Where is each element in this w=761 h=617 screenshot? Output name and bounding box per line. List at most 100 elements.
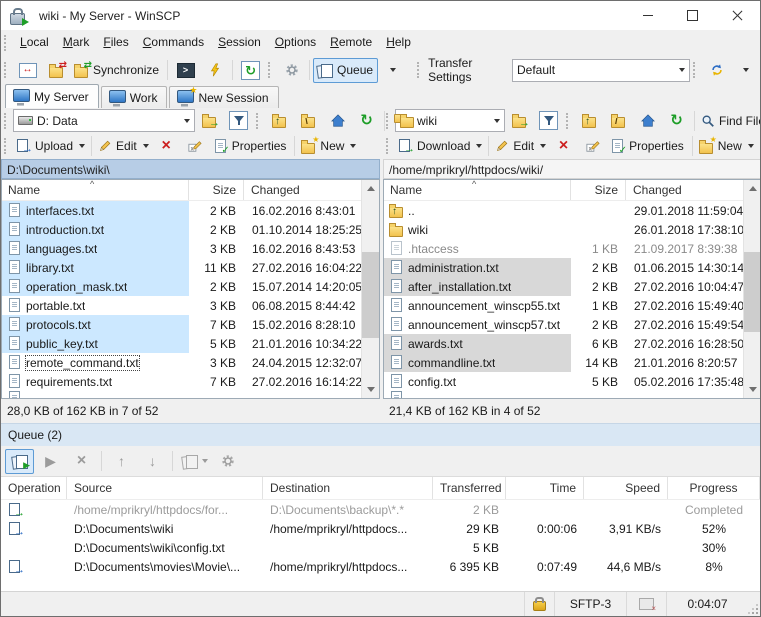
- rename-button[interactable]: x: [181, 134, 210, 159]
- column-header-changed[interactable]: Changed: [626, 180, 761, 200]
- queue-show-button[interactable]: ▶: [5, 449, 34, 474]
- file-row[interactable]: languages.txt3 KB16.02.2016 8:43:53: [2, 239, 379, 258]
- new-button[interactable]: ★ New: [298, 134, 359, 159]
- queue-resume-button[interactable]: ▶: [36, 449, 65, 474]
- menu-item-session[interactable]: Session: [211, 30, 268, 55]
- session-tab-work[interactable]: Work: [101, 86, 168, 108]
- menu-item-mark[interactable]: Mark: [56, 30, 97, 55]
- file-row[interactable]: operation_mask.txt2 KB15.07.2014 14:20:0…: [2, 277, 379, 296]
- root-directory-button[interactable]: /: [604, 108, 633, 133]
- statusbar-protocol-cell[interactable]: SFTP-3: [554, 592, 626, 616]
- scrollbar-thumb[interactable]: [744, 252, 761, 332]
- parent-directory-button[interactable]: ↑: [575, 108, 604, 133]
- maximize-button[interactable]: [670, 1, 715, 30]
- file-row[interactable]: commandline.txt14 KB21.01.2016 8:20:57: [384, 353, 761, 372]
- file-row[interactable]: remote_command.txt3 KB24.04.2015 12:32:0…: [2, 353, 379, 372]
- remote-path-header[interactable]: /home/mprikryl/httpdocs/wiki/: [383, 159, 761, 179]
- navbar-gripper[interactable]: [566, 113, 571, 129]
- column-header-changed[interactable]: Changed: [244, 180, 379, 200]
- root-directory-button[interactable]: \: [294, 108, 323, 133]
- minimize-button[interactable]: [625, 1, 670, 30]
- rename-button[interactable]: x: [578, 134, 607, 159]
- column-header-time[interactable]: Time: [506, 477, 584, 499]
- queue-item-row[interactable]: →/home/mprikryl/httpdocs/for...D:\Docume…: [1, 500, 760, 519]
- transfer-settings-select[interactable]: Default: [512, 59, 690, 82]
- menu-item-local[interactable]: Local: [13, 30, 56, 55]
- filter-button[interactable]: [224, 108, 253, 133]
- local-directory-select[interactable]: D: Data: [13, 109, 195, 132]
- menu-item-options[interactable]: Options: [268, 30, 323, 55]
- file-row[interactable]: administration.txt2 KB01.06.2015 14:30:1…: [384, 258, 761, 277]
- sync-settings-button[interactable]: [702, 58, 731, 83]
- session-tab-new-session[interactable]: ★New Session: [169, 86, 278, 108]
- toolbar-gripper[interactable]: [4, 62, 9, 78]
- statusbar-security-cell[interactable]: [524, 592, 554, 616]
- file-row[interactable]: config.txt5 KB05.02.2016 17:35:48: [384, 372, 761, 391]
- column-header-speed[interactable]: Speed: [584, 477, 668, 499]
- column-header-source[interactable]: Source: [67, 477, 263, 499]
- column-header-progress[interactable]: Progress: [668, 477, 760, 499]
- file-row[interactable]: after_installation.txt2 KB27.02.2016 10:…: [384, 277, 761, 296]
- edit-button[interactable]: Edit: [492, 134, 549, 159]
- navbar-gripper[interactable]: [386, 113, 391, 129]
- queue-items-button[interactable]: [178, 449, 211, 474]
- queue-preferences-button[interactable]: [213, 449, 242, 474]
- file-row[interactable]: requirements.txt7 KB27.02.2016 16:14:22: [2, 372, 379, 391]
- upload-button[interactable]: → Upload: [13, 134, 88, 159]
- toolbar-gripper[interactable]: [268, 62, 273, 78]
- queue-move-up-button[interactable]: ↑: [107, 449, 136, 474]
- file-row[interactable]: announcement_winscp55.txt1 KB27.02.2016 …: [384, 296, 761, 315]
- file-row[interactable]: interfaces.txt2 KB16.02.2016 8:43:01: [2, 201, 379, 220]
- column-header-name[interactable]: ^Name: [384, 180, 571, 200]
- column-header-size[interactable]: Size: [571, 180, 626, 200]
- download-button[interactable]: → Download: [395, 134, 485, 159]
- scrollbar-thumb[interactable]: [362, 252, 379, 338]
- menu-item-remote[interactable]: Remote: [323, 30, 379, 55]
- keep-directories-uptodate-button[interactable]: ⇄: [42, 58, 71, 83]
- column-header-name[interactable]: ^Name: [2, 180, 189, 200]
- scroll-down-icon[interactable]: [362, 381, 379, 398]
- navbar-gripper[interactable]: [4, 113, 9, 129]
- file-row[interactable]: .htaccess1 KB21.09.2017 8:39:38: [384, 239, 761, 258]
- home-directory-button[interactable]: [323, 108, 352, 133]
- local-path-header[interactable]: D:\Documents\wiki\: [1, 159, 380, 179]
- refresh-directory-button[interactable]: ↻: [662, 108, 691, 133]
- file-row[interactable]: public_key.txt5 KB21.01.2016 10:34:22: [2, 334, 379, 353]
- resize-grip[interactable]: [748, 592, 760, 616]
- navbar-gripper[interactable]: [256, 113, 261, 129]
- close-button[interactable]: [715, 1, 760, 30]
- menu-item-commands[interactable]: Commands: [136, 30, 211, 55]
- column-header-destination[interactable]: Destination: [263, 477, 433, 499]
- cmdbar-gripper[interactable]: [4, 138, 9, 154]
- preferences-button[interactable]: [277, 58, 306, 83]
- file-row[interactable]: library.txt11 KB27.02.2016 16:04:22: [2, 258, 379, 277]
- cmdbar-gripper[interactable]: [386, 138, 391, 154]
- home-directory-button[interactable]: [633, 108, 662, 133]
- queue-delete-button[interactable]: ×: [67, 449, 96, 474]
- open-directory-button[interactable]: →: [505, 108, 534, 133]
- new-button[interactable]: ★ New: [696, 134, 757, 159]
- refresh-directory-button[interactable]: ↻: [352, 108, 381, 133]
- column-header-transferred[interactable]: Transferred: [433, 477, 506, 499]
- file-row[interactable]: awards.txt6 KB27.02.2016 16:28:50: [384, 334, 761, 353]
- file-row[interactable]: introduction.txt2 KB01.10.2014 18:25:25: [2, 220, 379, 239]
- properties-button[interactable]: ✓ Properties: [210, 134, 292, 159]
- column-header-size[interactable]: Size: [189, 180, 244, 200]
- sync-settings-dropdown-button[interactable]: [731, 58, 760, 83]
- remote-directory-select[interactable]: wiki: [395, 109, 505, 132]
- queue-dropdown-button[interactable]: [378, 58, 407, 83]
- scroll-up-icon[interactable]: [744, 180, 761, 197]
- refresh-session-button[interactable]: ↻: [236, 58, 265, 83]
- queue-toggle-button[interactable]: Queue: [313, 58, 378, 83]
- open-directory-button[interactable]: →: [195, 108, 224, 133]
- toolbar-gripper[interactable]: [417, 62, 422, 78]
- menu-item-files[interactable]: Files: [96, 30, 135, 55]
- session-tab-my-server[interactable]: My Server: [5, 84, 99, 108]
- file-row[interactable]: protocols.txt7 KB15.02.2016 8:28:10: [2, 315, 379, 334]
- open-in-putty-button[interactable]: [200, 58, 229, 83]
- parent-directory-button[interactable]: ↑: [265, 108, 294, 133]
- scroll-up-icon[interactable]: [362, 180, 379, 197]
- queue-item-row[interactable]: D:\Documents\wiki\config.txt5 KB30%: [1, 538, 760, 557]
- find-files-button[interactable]: Find Files: [698, 108, 761, 133]
- column-header-operation[interactable]: Operation: [1, 477, 67, 499]
